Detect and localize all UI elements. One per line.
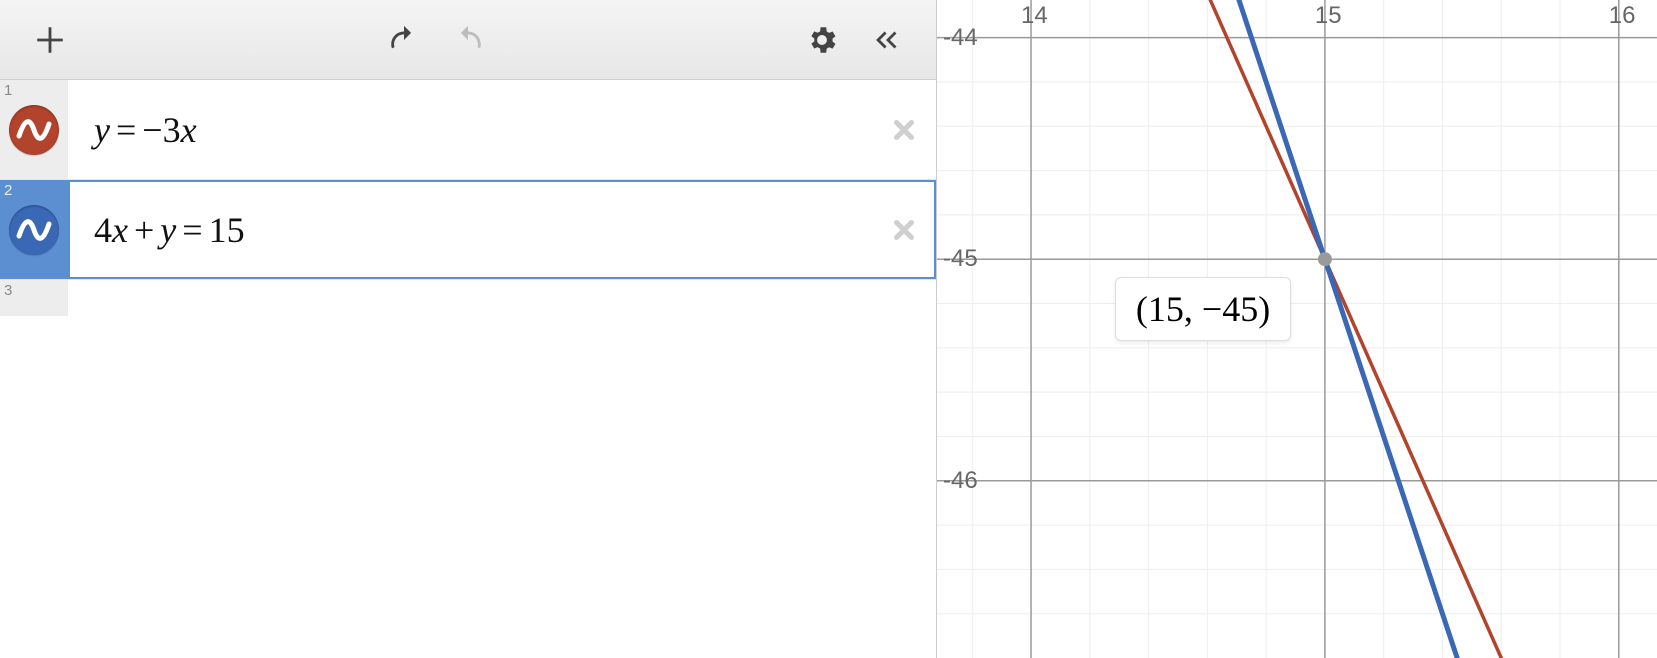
x-tick-label: 14 bbox=[1021, 2, 1048, 30]
redo-button[interactable] bbox=[444, 16, 492, 64]
undo-icon bbox=[387, 23, 421, 57]
expression-list: 1 y=−3x 2 4x+y=15 bbox=[0, 80, 936, 658]
redo-icon bbox=[451, 23, 485, 57]
delete-expression-button[interactable] bbox=[886, 212, 922, 248]
row-index: 3 bbox=[4, 282, 12, 299]
row-index: 1 bbox=[4, 82, 12, 99]
gear-icon bbox=[805, 23, 839, 57]
expression-row[interactable]: 2 4x+y=15 bbox=[0, 180, 936, 280]
graph-canvas[interactable] bbox=[937, 0, 1657, 658]
add-expression-button[interactable] bbox=[26, 16, 74, 64]
close-icon bbox=[889, 215, 919, 245]
y-tick-label: -46 bbox=[943, 467, 978, 495]
row-gutter[interactable]: 1 bbox=[0, 80, 68, 179]
plus-icon bbox=[33, 23, 67, 57]
graph-area[interactable]: 14 15 16 -44 -45 -46 (15, −45) bbox=[937, 0, 1657, 658]
toolbar bbox=[0, 0, 936, 80]
delete-expression-button[interactable] bbox=[886, 112, 922, 148]
expression-row[interactable]: 1 y=−3x bbox=[0, 80, 936, 180]
row-gutter[interactable]: 2 bbox=[0, 180, 68, 279]
undo-button[interactable] bbox=[380, 16, 428, 64]
y-tick-label: -45 bbox=[943, 245, 978, 273]
wave-icon bbox=[16, 212, 52, 248]
collapse-panel-button[interactable] bbox=[862, 16, 910, 64]
intersection-label[interactable]: (15, −45) bbox=[1115, 277, 1291, 341]
settings-button[interactable] bbox=[798, 16, 846, 64]
row-gutter: 3 bbox=[0, 280, 68, 316]
wave-icon bbox=[16, 112, 52, 148]
y-tick-label: -44 bbox=[943, 24, 978, 52]
expression-panel: 1 y=−3x 2 4x+y=15 bbox=[0, 0, 937, 658]
expression-color-chip[interactable] bbox=[9, 205, 59, 255]
expression-input[interactable]: 4x+y=15 bbox=[68, 180, 936, 279]
row-index: 2 bbox=[4, 182, 12, 199]
x-tick-label: 15 bbox=[1315, 2, 1342, 30]
x-tick-label: 16 bbox=[1609, 2, 1636, 30]
chevron-double-left-icon bbox=[869, 23, 903, 57]
expression-color-chip[interactable] bbox=[9, 105, 59, 155]
empty-expression-row[interactable]: 3 bbox=[0, 280, 936, 316]
close-icon bbox=[889, 115, 919, 145]
expression-input[interactable]: y=−3x bbox=[68, 80, 936, 179]
